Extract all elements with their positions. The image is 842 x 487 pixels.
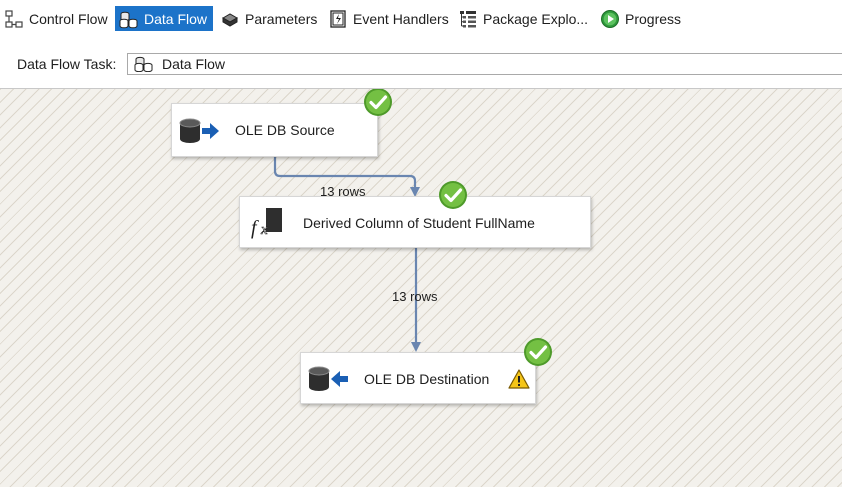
progress-play-icon [600,9,620,29]
tab-label: Control Flow [29,10,108,27]
data-flow-icon [119,9,139,29]
tab-event-handlers[interactable]: Event Handlers [324,6,455,31]
success-check-icon [363,89,393,117]
package-explorer-icon [458,9,478,29]
tab-progress[interactable]: Progress [596,6,687,31]
data-flow-task-dropdown[interactable]: Data Flow [127,53,842,75]
component-ole-db-destination[interactable]: OLE DB Destination [300,352,536,404]
data-path-connectors [273,157,421,352]
data-flow-icon [134,56,154,72]
designer-tab-bar: Control Flow Data Flow Parameters Event … [0,0,842,36]
component-ole-db-source[interactable]: OLE DB Source [171,103,378,157]
component-label: OLE DB Source [235,122,335,138]
component-derived-column[interactable]: f x Derived Column of Student FullName [239,196,591,248]
component-label: Derived Column of Student FullName [303,215,535,231]
ole-db-source-icon [178,116,220,146]
warning-icon[interactable] [508,369,530,389]
event-handlers-icon [328,9,348,29]
component-label: OLE DB Destination [364,371,490,387]
svg-text:x: x [260,222,268,238]
tab-data-flow[interactable]: Data Flow [115,6,214,31]
tab-label: Parameters [245,10,318,27]
data-flow-task-label: Data Flow Task: [17,56,117,72]
tab-control-flow[interactable]: Control Flow [0,6,114,31]
tab-label: Progress [625,10,682,27]
tab-label: Data Flow [144,10,208,27]
control-flow-icon [4,9,24,29]
parameters-icon [220,9,240,29]
success-check-icon [438,180,468,210]
path-row-count: 13 rows [392,289,438,304]
data-flow-design-surface[interactable]: 13 rows 13 rows OLE DB Source f x Derive… [0,88,842,487]
tab-label: Event Handlers [353,10,449,27]
ole-db-destination-icon [307,364,349,394]
svg-text:f: f [251,217,259,239]
tab-parameters[interactable]: Parameters [216,6,323,31]
tab-label: Package Explo... [483,10,589,27]
tab-package-explorer[interactable]: Package Explo... [454,6,594,31]
data-flow-task-value: Data Flow [162,56,226,72]
success-check-icon [523,337,553,367]
derived-column-icon: f x [248,207,288,239]
